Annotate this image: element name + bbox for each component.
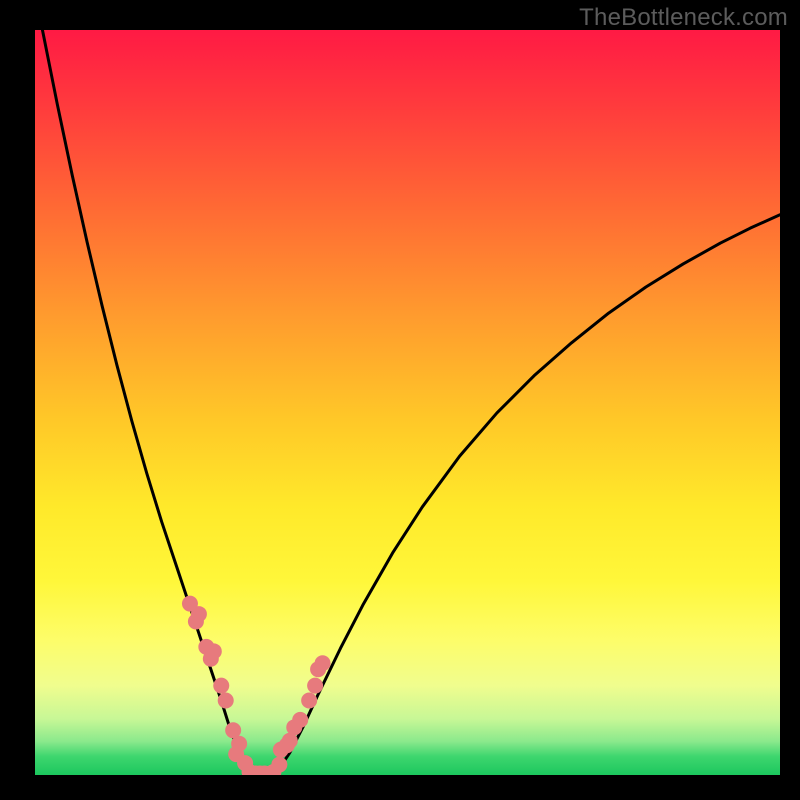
marker-group [182,596,331,775]
curve-svg [35,30,780,775]
curve-right-curve [274,215,780,774]
marker-dot [271,757,287,773]
outer-frame: TheBottleneck.com [0,0,800,800]
marker-dot [301,693,317,709]
marker-dot [292,712,308,728]
plot-area [35,30,780,775]
marker-dot [315,655,331,671]
marker-dot [307,678,323,694]
curve-group [42,30,780,775]
marker-dot [218,693,234,709]
marker-dot [191,606,207,622]
marker-dot [206,643,222,659]
marker-dot [213,678,229,694]
watermark-text: TheBottleneck.com [579,4,788,32]
